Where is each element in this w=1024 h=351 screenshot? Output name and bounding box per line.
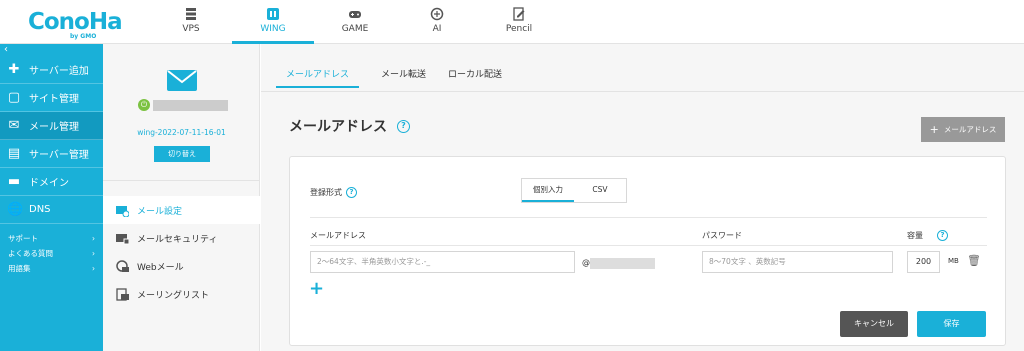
service-submenu: メール設定 メールセキュリティ Webメール メーリングリスト	[103, 181, 260, 308]
gamepad-icon	[349, 11, 361, 18]
divider	[310, 217, 987, 218]
submenu-webmail[interactable]: Webメール	[103, 252, 259, 280]
webmail-icon	[116, 259, 129, 272]
registration-type-label: 登録形式 ?	[310, 187, 357, 198]
server-stack-icon: ▤	[7, 146, 21, 161]
sidebar-item-add-server[interactable]: ✚ サーバー追加	[0, 56, 103, 84]
ai-chip-icon	[430, 7, 444, 21]
sidebar-link-faq[interactable]: よくある質問 ›	[0, 246, 103, 261]
mail-icon	[167, 70, 197, 91]
globe-icon: 🌐	[7, 202, 24, 217]
top-bar: ConoHa by GMO VPS WING GAME AI Pencil	[0, 0, 1024, 44]
divider	[310, 245, 987, 246]
product-nav: VPS WING GAME AI Pencil	[150, 0, 560, 44]
sidebar-link-support[interactable]: サポート ›	[0, 231, 103, 246]
plus-icon: ✚	[8, 62, 20, 77]
capacity-unit: MB	[948, 257, 959, 265]
submenu-mailing-list[interactable]: メーリングリスト	[103, 280, 259, 308]
add-row-icon[interactable]: +	[309, 278, 324, 299]
domain-icon: ▬	[7, 174, 21, 189]
mail-tabs: メールアドレス メール転送 ローカル配送	[276, 67, 524, 88]
help-icon[interactable]: ?	[397, 119, 410, 133]
help-icon[interactable]: ?	[937, 230, 948, 241]
email-input[interactable]: 2～64文字、半角英数小文字と.-_	[310, 251, 575, 273]
plus-icon: +	[929, 123, 939, 136]
password-input[interactable]: 8～70文字 、英数記号	[702, 251, 893, 273]
account-name-row: ⏻	[138, 99, 228, 111]
col-password-header: パスワード	[702, 231, 742, 240]
sidebar-sub-links: サポート › よくある質問 › 用語集 ›	[0, 224, 103, 276]
power-status-icon: ⏻	[138, 99, 150, 111]
mail-security-icon	[116, 233, 129, 244]
server-icon	[186, 8, 196, 20]
option-csv[interactable]: CSV	[574, 179, 626, 202]
tab-local-delivery[interactable]: ローカル配送	[448, 67, 502, 88]
account-name-redacted	[153, 99, 228, 111]
nav-game[interactable]: GAME	[314, 0, 396, 44]
sidebar-collapse-icon[interactable]: ‹	[0, 44, 103, 56]
tab-mail-forward[interactable]: メール転送	[381, 67, 426, 88]
submenu-mail-settings[interactable]: メール設定	[103, 196, 260, 224]
col-email-header: メールアドレス	[310, 231, 366, 240]
help-icon[interactable]: ?	[346, 187, 357, 198]
registration-type-toggle: 個別入力 CSV	[521, 178, 627, 203]
domain-redacted	[590, 258, 655, 269]
main-content: メールアドレス メール転送 ローカル配送 メールアドレス ? + メールアドレス…	[261, 44, 1024, 351]
chevron-right-icon: ›	[92, 249, 95, 258]
account-card: ⏻ wing-2022-07-11-16-01 切り替え	[103, 44, 259, 181]
nav-vps[interactable]: VPS	[150, 0, 232, 44]
wing-icon	[267, 8, 279, 20]
cancel-button[interactable]: キャンセル	[840, 311, 908, 337]
submenu-mail-security[interactable]: メールセキュリティ	[103, 224, 259, 252]
sidebar-link-glossary[interactable]: 用語集 ›	[0, 261, 103, 276]
chevron-right-icon: ›	[92, 264, 95, 273]
chevron-right-icon: ›	[92, 234, 95, 243]
nav-ai[interactable]: AI	[396, 0, 478, 44]
save-button[interactable]: 保存	[917, 311, 986, 337]
tab-mail-address[interactable]: メールアドレス	[276, 67, 360, 88]
switch-button[interactable]: 切り替え	[154, 146, 210, 162]
nav-wing[interactable]: WING	[232, 0, 314, 44]
capacity-input[interactable]: 200	[907, 251, 940, 273]
pencil-icon	[513, 7, 525, 21]
mail-form-card: 登録形式 ? 個別入力 CSV メールアドレス パスワード 容量 ? 2～64文…	[289, 156, 1006, 346]
tabs-divider	[261, 91, 1024, 92]
sidebar: ‹ ✚ サーバー追加 ▢ サイト管理 ✉ メール管理 ▤ サーバー管理 ▬ ドメ…	[0, 44, 103, 351]
sidebar-item-domain[interactable]: ▬ ドメイン	[0, 168, 103, 196]
window-icon: ▢	[7, 90, 21, 105]
sidebar-item-site[interactable]: ▢ サイト管理	[0, 84, 103, 112]
trash-icon[interactable]: 🗑	[967, 254, 981, 267]
mail-settings-icon	[116, 205, 129, 217]
nav-pencil[interactable]: Pencil	[478, 0, 560, 44]
option-individual[interactable]: 個別入力	[522, 179, 574, 202]
sidebar-item-mail[interactable]: ✉ メール管理	[0, 112, 103, 140]
sidebar-item-server[interactable]: ▤ サーバー管理	[0, 140, 103, 168]
col-capacity-header: 容量 ?	[907, 230, 948, 241]
at-sign: @	[582, 258, 590, 267]
mailing-list-icon	[116, 287, 129, 301]
sidebar-item-dns[interactable]: 🌐 DNS	[0, 196, 103, 224]
conoha-logo[interactable]: ConoHa by GMO	[28, 9, 123, 40]
service-panel: ⏻ wing-2022-07-11-16-01 切り替え メール設定 メールセキ…	[103, 44, 260, 351]
page-title: メールアドレス ?	[289, 116, 410, 136]
add-mail-address-button[interactable]: + メールアドレス	[921, 117, 1005, 142]
mail-icon: ✉	[8, 118, 20, 133]
account-id: wing-2022-07-11-16-01	[137, 128, 226, 137]
